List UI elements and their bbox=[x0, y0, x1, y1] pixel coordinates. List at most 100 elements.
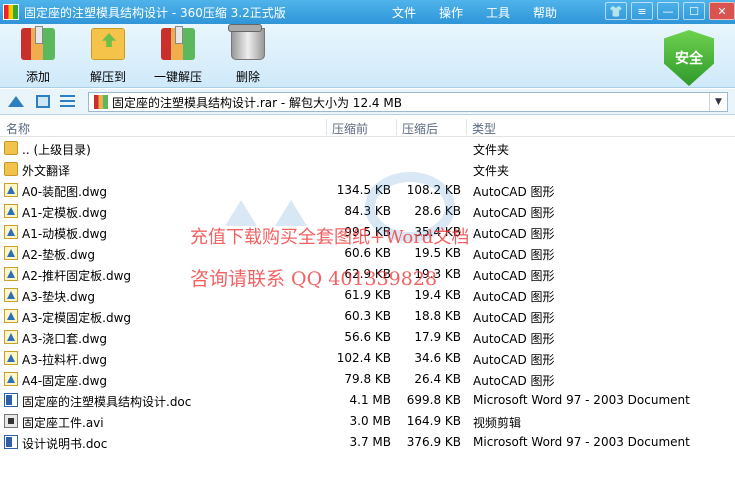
file-compressed-size: 699.8 KB bbox=[406, 393, 461, 407]
file-type: AutoCAD 图形 bbox=[473, 374, 555, 388]
file-type: Microsoft Word 97 - 2003 Document bbox=[473, 393, 690, 407]
menu-file[interactable]: 文件 bbox=[392, 4, 416, 21]
file-type: AutoCAD 图形 bbox=[473, 311, 555, 325]
column-divider[interactable] bbox=[396, 119, 397, 135]
doc-file-icon bbox=[4, 435, 18, 449]
extract-label: 解压到 bbox=[89, 70, 126, 84]
column-divider[interactable] bbox=[326, 119, 327, 135]
dwg-file-icon bbox=[4, 309, 18, 323]
file-row[interactable]: 固定座的注塑模具结构设计.doc 4.1 MB 699.8 KB Microsoft … bbox=[0, 390, 735, 411]
file-row[interactable]: A3-拉料杆.dwg 102.4 KB 34.6 KB AutoCAD 图形 bbox=[0, 348, 735, 369]
add-archive-icon bbox=[21, 26, 55, 60]
file-type: AutoCAD 图形 bbox=[473, 290, 555, 304]
file-name: A3-浇口套.dwg bbox=[22, 332, 108, 346]
file-compressed-size: 164.9 KB bbox=[406, 414, 461, 428]
file-name: A2-推杆固定板.dwg bbox=[22, 269, 132, 283]
file-size: 3.0 MB bbox=[349, 414, 391, 428]
one-click-label: 一键解压 bbox=[153, 70, 202, 84]
watermark-text-2: 咨询请联系 QQ 401339828 bbox=[190, 268, 438, 290]
add-button[interactable]: 添加 bbox=[8, 26, 68, 85]
menu-operate[interactable]: 操作 bbox=[439, 4, 463, 21]
menu-help[interactable]: 帮助 bbox=[533, 4, 557, 21]
watermark-text-1: 充值下载购买全套图纸+Word文档 bbox=[190, 227, 470, 248]
trash-bin-icon bbox=[228, 24, 265, 60]
file-size: 3.7 MB bbox=[349, 435, 391, 449]
folder-file-icon bbox=[4, 162, 18, 176]
column-after[interactable]: 压缩后 bbox=[402, 120, 438, 137]
dwg-file-icon bbox=[4, 330, 18, 344]
chevron-down-icon[interactable]: ▼ bbox=[709, 93, 727, 111]
file-type: AutoCAD 图形 bbox=[473, 332, 555, 346]
file-type: 视频剪辑 bbox=[473, 416, 522, 430]
file-type: AutoCAD 图形 bbox=[473, 353, 555, 367]
skin-shirt-icon[interactable]: 👕 bbox=[605, 2, 627, 20]
file-name: A1-定模板.dwg bbox=[22, 206, 108, 220]
file-row[interactable]: .. (上级目录) 文件夹 bbox=[0, 138, 735, 159]
file-name: .. (上级目录) bbox=[22, 143, 91, 157]
file-compressed-size: 18.8 KB bbox=[414, 309, 461, 323]
file-size: 79.8 KB bbox=[344, 372, 391, 386]
file-name: 固定座的注塑模具结构设计.doc bbox=[22, 395, 192, 409]
doc-file-icon bbox=[4, 393, 18, 407]
minimize-icon[interactable]: — bbox=[657, 2, 679, 20]
file-compressed-size: 26.4 KB bbox=[414, 372, 461, 386]
add-label: 添加 bbox=[25, 70, 50, 84]
file-compressed-size: 17.9 KB bbox=[414, 330, 461, 344]
file-size: 4.1 MB bbox=[349, 393, 391, 407]
column-compressed[interactable]: 压缩前 bbox=[332, 120, 368, 137]
file-type: AutoCAD 图形 bbox=[473, 269, 555, 283]
dwg-file-icon bbox=[4, 204, 18, 218]
file-row[interactable]: 固定座工件.avi 3.0 MB 164.9 KB 视频剪辑 bbox=[0, 411, 735, 432]
file-name: A3-定模固定板.dwg bbox=[22, 311, 132, 325]
extract-to-button[interactable]: 解压到 bbox=[78, 28, 138, 85]
toolbar: 添加 解压到 一键解压 删除 bbox=[0, 24, 735, 88]
column-divider[interactable] bbox=[466, 119, 467, 135]
list-view-icon[interactable] bbox=[60, 95, 75, 108]
window-title: 固定座的注塑模具结构设计 - 360压缩 3.2正式版 bbox=[24, 5, 286, 20]
one-click-extract-button[interactable]: 一键解压 bbox=[148, 26, 208, 85]
file-name: A2-垫板.dwg bbox=[22, 248, 96, 262]
title-bar: 固定座的注塑模具结构设计 - 360压缩 3.2正式版 文件 操作 工具 帮助 … bbox=[0, 0, 735, 24]
dwg-file-icon bbox=[4, 225, 18, 239]
column-type[interactable]: 类型 bbox=[472, 120, 496, 137]
window-controls: 👕 ≡ — ☐ ✕ bbox=[601, 0, 735, 22]
column-name[interactable]: 名称 bbox=[6, 120, 30, 137]
menu-lines-icon[interactable]: ≡ bbox=[631, 2, 653, 20]
close-icon[interactable]: ✕ bbox=[709, 2, 735, 20]
file-name: A0-装配图.dwg bbox=[22, 185, 108, 199]
archive-icon bbox=[94, 95, 108, 109]
dwg-file-icon bbox=[4, 267, 18, 281]
file-name: A3-拉料杆.dwg bbox=[22, 353, 108, 367]
file-size: 60.3 KB bbox=[344, 309, 391, 323]
file-row[interactable]: A3-浇口套.dwg 56.6 KB 17.9 KB AutoCAD 图形 bbox=[0, 327, 735, 348]
file-name: A3-垫块.dwg bbox=[22, 290, 96, 304]
maximize-icon[interactable]: ☐ bbox=[683, 2, 705, 20]
one-click-extract-icon bbox=[161, 26, 195, 60]
up-arrow-icon[interactable] bbox=[8, 96, 24, 107]
file-size: 102.4 KB bbox=[336, 351, 391, 365]
dwg-file-icon bbox=[4, 246, 18, 260]
delete-label: 删除 bbox=[235, 70, 260, 84]
menu-bar: 文件 操作 工具 帮助 bbox=[392, 0, 580, 24]
extract-folder-icon bbox=[91, 28, 125, 60]
file-name: 设计说明书.doc bbox=[22, 437, 108, 451]
file-name: 固定座工件.avi bbox=[22, 416, 104, 430]
archive-path-field[interactable]: 固定座的注塑模具结构设计.rar - 解包大小为 12.4 MB ▼ bbox=[88, 92, 728, 112]
file-type: 文件夹 bbox=[473, 143, 510, 157]
address-bar: 固定座的注塑模具结构设计.rar - 解包大小为 12.4 MB ▼ bbox=[0, 89, 735, 115]
file-name: 外文翻译 bbox=[22, 164, 71, 178]
file-compressed-size: 376.9 KB bbox=[406, 435, 461, 449]
folder-file-icon bbox=[4, 141, 18, 155]
thumbnail-view-icon[interactable] bbox=[36, 95, 50, 108]
file-list-header: 名称 压缩前 压缩后 类型 bbox=[0, 117, 735, 137]
file-row[interactable]: 设计说明书.doc 3.7 MB 376.9 KB Microsoft Word 97… bbox=[0, 432, 735, 453]
file-row[interactable]: A4-固定座.dwg 79.8 KB 26.4 KB AutoCAD 图形 bbox=[0, 369, 735, 390]
file-type: Microsoft Word 97 - 2003 Document bbox=[473, 435, 690, 449]
delete-button[interactable]: 删除 bbox=[218, 24, 278, 85]
file-compressed-size: 34.6 KB bbox=[414, 351, 461, 365]
menu-tools[interactable]: 工具 bbox=[486, 4, 510, 21]
file-row[interactable]: A3-定模固定板.dwg 60.3 KB 18.8 KB AutoCAD 图形 bbox=[0, 306, 735, 327]
file-size: 56.6 KB bbox=[344, 330, 391, 344]
archive-path-text: 固定座的注塑模具结构设计.rar - 解包大小为 12.4 MB bbox=[112, 95, 402, 110]
dwg-file-icon bbox=[4, 372, 18, 386]
